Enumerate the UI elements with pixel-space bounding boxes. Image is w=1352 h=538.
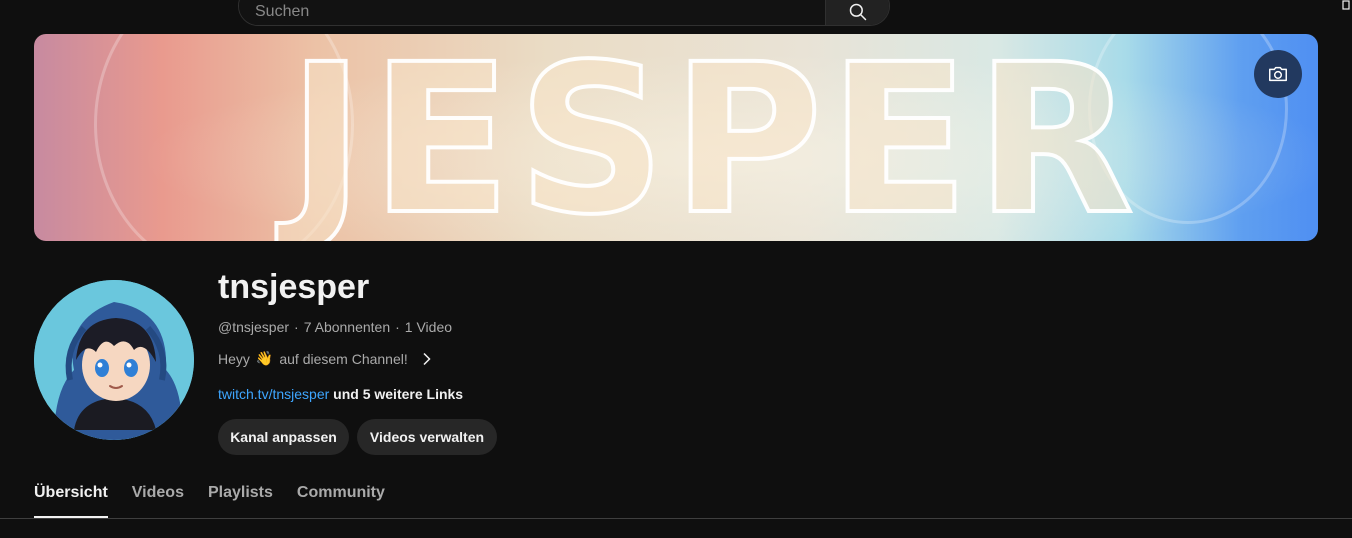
channel-name: tnsjesper: [218, 268, 370, 306]
manage-videos-button[interactable]: Videos verwalten: [357, 419, 497, 455]
channel-meta: @tnsjesper · 7 Abonnenten · 1 Video: [218, 319, 452, 335]
description-text-end: auf diesem Channel!: [279, 350, 408, 367]
tabs-divider: [0, 518, 1352, 519]
chevron-right-icon[interactable]: [422, 352, 432, 366]
separator-dot: ·: [294, 319, 299, 335]
tab-videos[interactable]: Videos: [132, 484, 184, 518]
subscriber-count: 7 Abonnenten: [303, 319, 391, 335]
wave-emoji: 👋: [255, 350, 274, 366]
customize-channel-button[interactable]: Kanal anpassen: [218, 419, 349, 455]
channel-tabs: Übersicht Videos Playlists Community: [34, 484, 385, 518]
banner-title: JESPER: [286, 34, 1141, 242]
window-corner-icon: [1342, 0, 1350, 10]
description-text-start: Heyy: [218, 350, 250, 367]
twitch-link[interactable]: twitch.tv/tnsjesper: [218, 386, 329, 402]
channel-page: JESPER tnsjesper @tnsjesper · 7 Abo: [0, 0, 1352, 538]
channel-links: twitch.tv/tnsjesper und 5 weitere Links: [218, 386, 463, 402]
video-count: 1 Video: [404, 319, 453, 335]
tab-playlists[interactable]: Playlists: [208, 484, 273, 518]
edit-banner-button[interactable]: [1254, 50, 1302, 98]
avatar[interactable]: [34, 280, 194, 440]
channel-description[interactable]: Heyy 👋 auf diesem Channel!: [218, 350, 432, 367]
search-button[interactable]: [825, 0, 889, 25]
separator-dot: ·: [395, 319, 400, 335]
search-input[interactable]: [239, 0, 825, 25]
search-icon: [849, 3, 866, 21]
avatar-image: [34, 280, 194, 440]
more-links[interactable]: und 5 weitere Links: [333, 386, 463, 402]
tab-community[interactable]: Community: [297, 484, 385, 518]
channel-banner: JESPER: [34, 34, 1318, 241]
camera-icon: [1269, 66, 1287, 82]
search-bar: [238, 0, 890, 26]
tab-overview[interactable]: Übersicht: [34, 484, 108, 518]
channel-handle: @tnsjesper: [218, 319, 290, 335]
